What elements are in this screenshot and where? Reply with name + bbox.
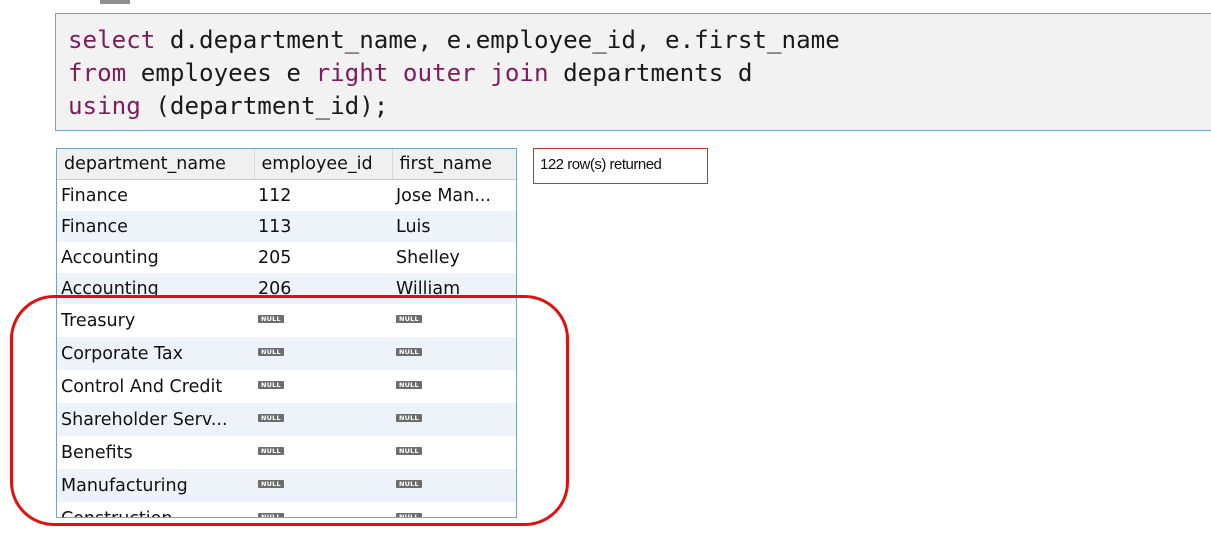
cell-first-name[interactable]: NULL [392,304,516,337]
cell-department-name[interactable]: Shareholder Serv... [57,403,254,436]
cell-employee-id[interactable]: NULL [254,436,392,469]
table-row[interactable]: Construction NULL NULL [57,502,516,518]
null-badge: NULL [258,381,284,389]
cell-employee-id[interactable]: 206 [254,273,392,304]
cell-employee-id[interactable]: NULL [254,403,392,436]
cell-employee-id[interactable]: 113 [254,211,392,242]
toolbar-fragment [100,0,130,4]
cell-employee-id[interactable]: NULL [254,469,392,502]
cell-first-name[interactable]: NULL [392,337,516,370]
result-grid[interactable]: department_name employee_id first_name F… [56,148,517,518]
null-badge: NULL [258,315,284,323]
cell-employee-id[interactable]: NULL [254,502,392,517]
cell-department-name[interactable]: Accounting [57,242,254,273]
cell-department-name[interactable]: Corporate Tax [57,337,254,370]
cell-first-name[interactable]: NULL [392,370,516,403]
cell-department-name[interactable]: Treasury [57,304,254,337]
cell-first-name[interactable]: Jose Man... [392,180,516,212]
cell-department-name[interactable]: Accounting [57,273,254,304]
cell-employee-id[interactable]: NULL [254,370,392,403]
rows-returned-status: 122 row(s) returned [533,148,708,184]
cell-department-name[interactable]: Construction [57,502,254,518]
cell-first-name[interactable]: Shelley [392,242,516,273]
cell-first-name[interactable]: NULL [392,502,516,517]
null-badge: NULL [258,348,284,356]
null-badge: NULL [258,447,284,455]
table-row[interactable]: Accounting 206 William [57,273,516,304]
null-badge: NULL [396,381,422,389]
cell-department-name[interactable]: Finance [57,211,254,242]
table-row[interactable]: Accounting 205 Shelley [57,242,516,273]
cell-first-name[interactable]: NULL [392,436,516,469]
cell-department-name[interactable]: Benefits [57,436,254,469]
sql-text: departments d [548,59,753,87]
sql-text: d.department_name, e.employee_id, e.firs… [155,26,840,54]
cell-department-name[interactable]: Control And Credit [57,370,254,403]
code-line: from employees e right outer join depart… [68,57,1211,90]
cell-first-name[interactable]: Luis [392,211,516,242]
sql-text: employees e [126,59,316,87]
cell-first-name[interactable]: William [392,273,516,304]
column-header-employee-id[interactable]: employee_id [254,149,393,180]
column-header-first-name[interactable]: first_name [392,149,516,180]
code-line: using (department_id); [68,90,1211,123]
null-badge: NULL [396,414,422,422]
header-row: department_name employee_id first_name [57,149,516,180]
cell-employee-id[interactable]: NULL [254,337,392,370]
table-row[interactable]: Control And Credit NULL NULL [57,370,516,403]
cell-employee-id[interactable]: NULL [254,304,392,337]
sql-keyword: using [68,92,141,120]
cell-first-name[interactable]: NULL [392,469,516,502]
sql-editor[interactable]: select d.department_name, e.employee_id,… [55,13,1211,131]
table-row[interactable]: Shareholder Serv... NULL NULL [57,403,516,436]
cell-department-name[interactable]: Manufacturing [57,469,254,502]
cell-employee-id[interactable]: 112 [254,180,392,212]
sql-keyword: right outer join [315,59,549,87]
table-row[interactable]: Manufacturing NULL NULL [57,469,516,502]
cell-first-name[interactable]: NULL [392,403,516,436]
null-badge: NULL [396,315,422,323]
cell-department-name[interactable]: Finance [57,180,254,212]
null-badge: NULL [396,480,422,488]
table-row[interactable]: Treasury NULL NULL [57,304,516,337]
sql-keyword: select [68,26,156,54]
table-row[interactable]: Finance 113 Luis [57,211,516,242]
table-row[interactable]: Finance 112 Jose Man... [57,180,516,212]
cell-employee-id[interactable]: 205 [254,242,392,273]
null-badge: NULL [258,414,284,422]
null-badge: NULL [396,348,422,356]
code-line: select d.department_name, e.employee_id,… [68,24,1211,57]
result-table: department_name employee_id first_name F… [57,149,516,518]
sql-text: (department_id); [140,92,389,120]
null-badge: NULL [396,513,422,517]
null-badge: NULL [396,447,422,455]
column-header-department-name[interactable]: department_name [57,149,255,180]
null-badge: NULL [258,480,284,488]
sql-keyword: from [68,59,127,87]
table-row[interactable]: Corporate Tax NULL NULL [57,337,516,370]
null-badge: NULL [258,513,284,517]
table-row[interactable]: Benefits NULL NULL [57,436,516,469]
